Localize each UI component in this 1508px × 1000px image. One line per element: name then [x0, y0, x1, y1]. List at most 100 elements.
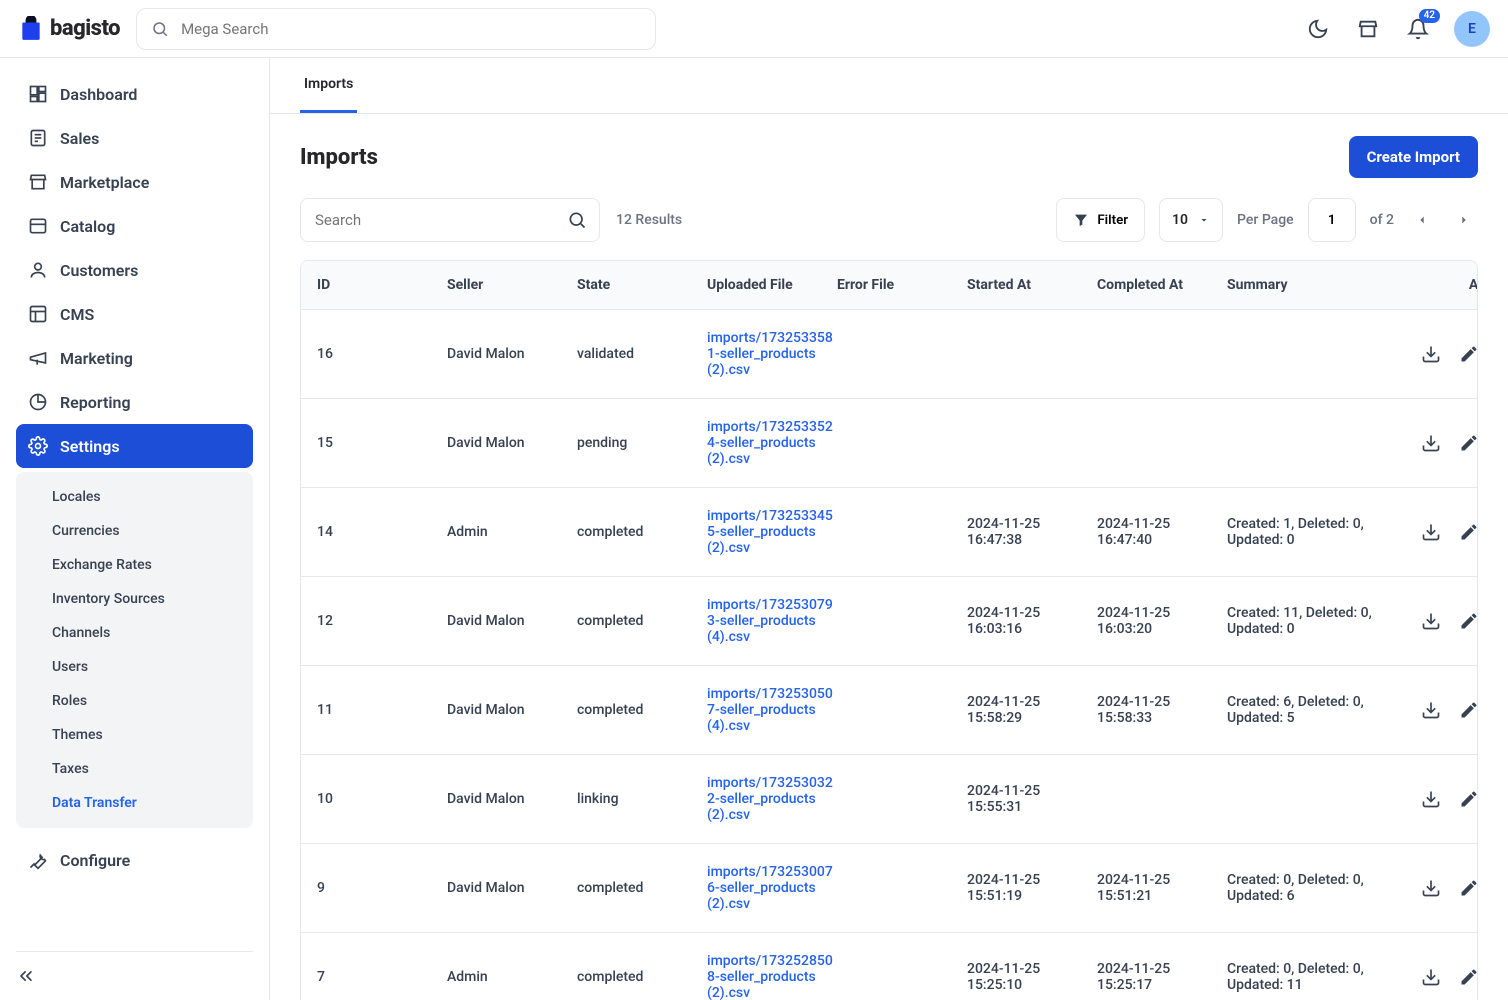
global-search[interactable] [136, 8, 656, 50]
sidebar-item-marketing[interactable]: Marketing [16, 336, 253, 380]
table-row: 15David Malonpendingimports/1732533524-s… [301, 398, 1477, 487]
submenu-item-inventory-sources[interactable]: Inventory Sources [16, 582, 253, 616]
submenu-item-users[interactable]: Users [16, 650, 253, 684]
row-actions [1397, 700, 1478, 720]
main-content: Imports Imports Create Import 12 Results… [270, 58, 1508, 1000]
brand-logo[interactable]: bagisto [18, 16, 120, 42]
submenu-item-data-transfer[interactable]: Data Transfer [16, 786, 253, 820]
th-actions: Actions [1397, 277, 1478, 293]
dashboard-icon [28, 84, 48, 104]
sidebar-item-cms[interactable]: CMS [16, 292, 253, 336]
row-actions [1397, 433, 1478, 453]
th-state[interactable]: State [577, 277, 707, 293]
tab-imports[interactable]: Imports [300, 58, 357, 113]
edit-icon[interactable] [1459, 344, 1478, 364]
download-icon[interactable] [1421, 433, 1441, 453]
uploaded-file-link[interactable]: imports/1732533455-seller_products (2).c… [707, 508, 837, 556]
cell-completed: 2024-11-25 15:58:33 [1097, 694, 1227, 726]
cell-state: completed [577, 702, 707, 718]
submenu-item-currencies[interactable]: Currencies [16, 514, 253, 548]
sidebar-item-sales[interactable]: Sales [16, 116, 253, 160]
sidebar-item-catalog[interactable]: Catalog [16, 204, 253, 248]
cell-summary: Created: 0, Deleted: 0, Updated: 11 [1227, 961, 1397, 993]
edit-icon[interactable] [1459, 433, 1478, 453]
marketplace-icon [28, 172, 48, 192]
download-icon[interactable] [1421, 700, 1441, 720]
cell-state: linking [577, 791, 707, 807]
download-icon[interactable] [1421, 789, 1441, 809]
table-search-input[interactable] [313, 210, 567, 230]
cell-id: 16 [317, 346, 447, 362]
sidebar-item-reporting[interactable]: Reporting [16, 380, 253, 424]
uploaded-file-link[interactable]: imports/1732533581-seller_products (2).c… [707, 330, 837, 378]
edit-icon[interactable] [1459, 789, 1478, 809]
uploaded-file-link[interactable]: imports/1732533524-seller_products (2).c… [707, 419, 837, 467]
store-link[interactable] [1354, 15, 1382, 43]
row-actions [1397, 344, 1478, 364]
sidebar: Dashboard Sales MarketplaceCatalogCustomer… [0, 58, 270, 1000]
cell-summary: Created: 6, Deleted: 0, Updated: 5 [1227, 694, 1397, 726]
edit-icon[interactable] [1459, 700, 1478, 720]
notifications-button[interactable]: 42 [1404, 15, 1432, 43]
cell-summary: Created: 11, Deleted: 0, Updated: 0 [1227, 605, 1397, 637]
submenu-item-roles[interactable]: Roles [16, 684, 253, 718]
cell-started: 2024-11-25 16:03:16 [967, 605, 1097, 637]
sidebar-item-customers[interactable]: Customers [16, 248, 253, 292]
submenu-item-themes[interactable]: Themes [16, 718, 253, 752]
submenu-item-channels[interactable]: Channels [16, 616, 253, 650]
sidebar-collapse[interactable] [16, 951, 253, 986]
dark-mode-toggle[interactable] [1304, 15, 1332, 43]
uploaded-file-link[interactable]: imports/1732528508-seller_products (2).c… [707, 953, 837, 1000]
cell-state: completed [577, 524, 707, 540]
download-icon[interactable] [1421, 522, 1441, 542]
filter-button[interactable]: Filter [1056, 198, 1145, 242]
sidebar-item-settings[interactable]: Settings [16, 424, 253, 468]
cell-started: 2024-11-25 15:51:19 [967, 872, 1097, 904]
download-icon[interactable] [1421, 878, 1441, 898]
cell-seller: David Malon [447, 791, 577, 807]
uploaded-file-link[interactable]: imports/1732530076-seller_products (2).c… [707, 864, 837, 912]
brand-name: bagisto [50, 16, 120, 41]
sidebar-item-label: CMS [60, 305, 94, 324]
page-input[interactable] [1308, 198, 1356, 242]
topbar: bagisto 42 E [0, 0, 1508, 58]
th-started[interactable]: Started At [967, 277, 1097, 293]
cell-state: validated [577, 346, 707, 362]
edit-icon[interactable] [1459, 967, 1478, 987]
page-title: Imports [300, 145, 378, 170]
sidebar-item-dashboard[interactable]: Dashboard [16, 72, 253, 116]
download-icon[interactable] [1421, 611, 1441, 631]
global-search-input[interactable] [179, 19, 641, 39]
submenu-item-locales[interactable]: Locales [16, 480, 253, 514]
uploaded-file-link[interactable]: imports/1732530793-seller_products (4).c… [707, 597, 837, 645]
row-actions [1397, 611, 1478, 631]
avatar[interactable]: E [1454, 11, 1490, 47]
per-page-select[interactable]: 10 [1159, 198, 1223, 242]
sidebar-item-configure[interactable]: Configure [16, 838, 253, 882]
th-error[interactable]: Error File [837, 277, 967, 293]
table-search[interactable] [300, 198, 600, 242]
edit-icon[interactable] [1459, 522, 1478, 542]
uploaded-file-link[interactable]: imports/1732530322-seller_products (2).c… [707, 775, 837, 823]
sidebar-item-marketplace[interactable]: Marketplace [16, 160, 253, 204]
prev-page-button[interactable] [1408, 206, 1436, 234]
sidebar-item-label: Sales [60, 129, 99, 148]
customers-icon [28, 260, 48, 280]
uploaded-file-link[interactable]: imports/1732530507-seller_products (4).c… [707, 686, 837, 734]
th-summary[interactable]: Summary [1227, 277, 1397, 293]
th-id[interactable]: ID [317, 277, 447, 293]
th-seller[interactable]: Seller [447, 277, 577, 293]
th-file[interactable]: Uploaded File [707, 277, 837, 293]
download-icon[interactable] [1421, 344, 1441, 364]
submenu-item-taxes[interactable]: Taxes [16, 752, 253, 786]
next-page-button[interactable] [1450, 206, 1478, 234]
th-completed[interactable]: Completed At [1097, 277, 1227, 293]
create-import-button[interactable]: Create Import [1349, 136, 1478, 178]
table-row: 16David Malonvalidatedimports/1732533581… [301, 309, 1477, 398]
edit-icon[interactable] [1459, 611, 1478, 631]
submenu-item-exchange-rates[interactable]: Exchange Rates [16, 548, 253, 582]
edit-icon[interactable] [1459, 878, 1478, 898]
cell-id: 10 [317, 791, 447, 807]
per-page-label: Per Page [1237, 212, 1294, 228]
download-icon[interactable] [1421, 967, 1441, 987]
